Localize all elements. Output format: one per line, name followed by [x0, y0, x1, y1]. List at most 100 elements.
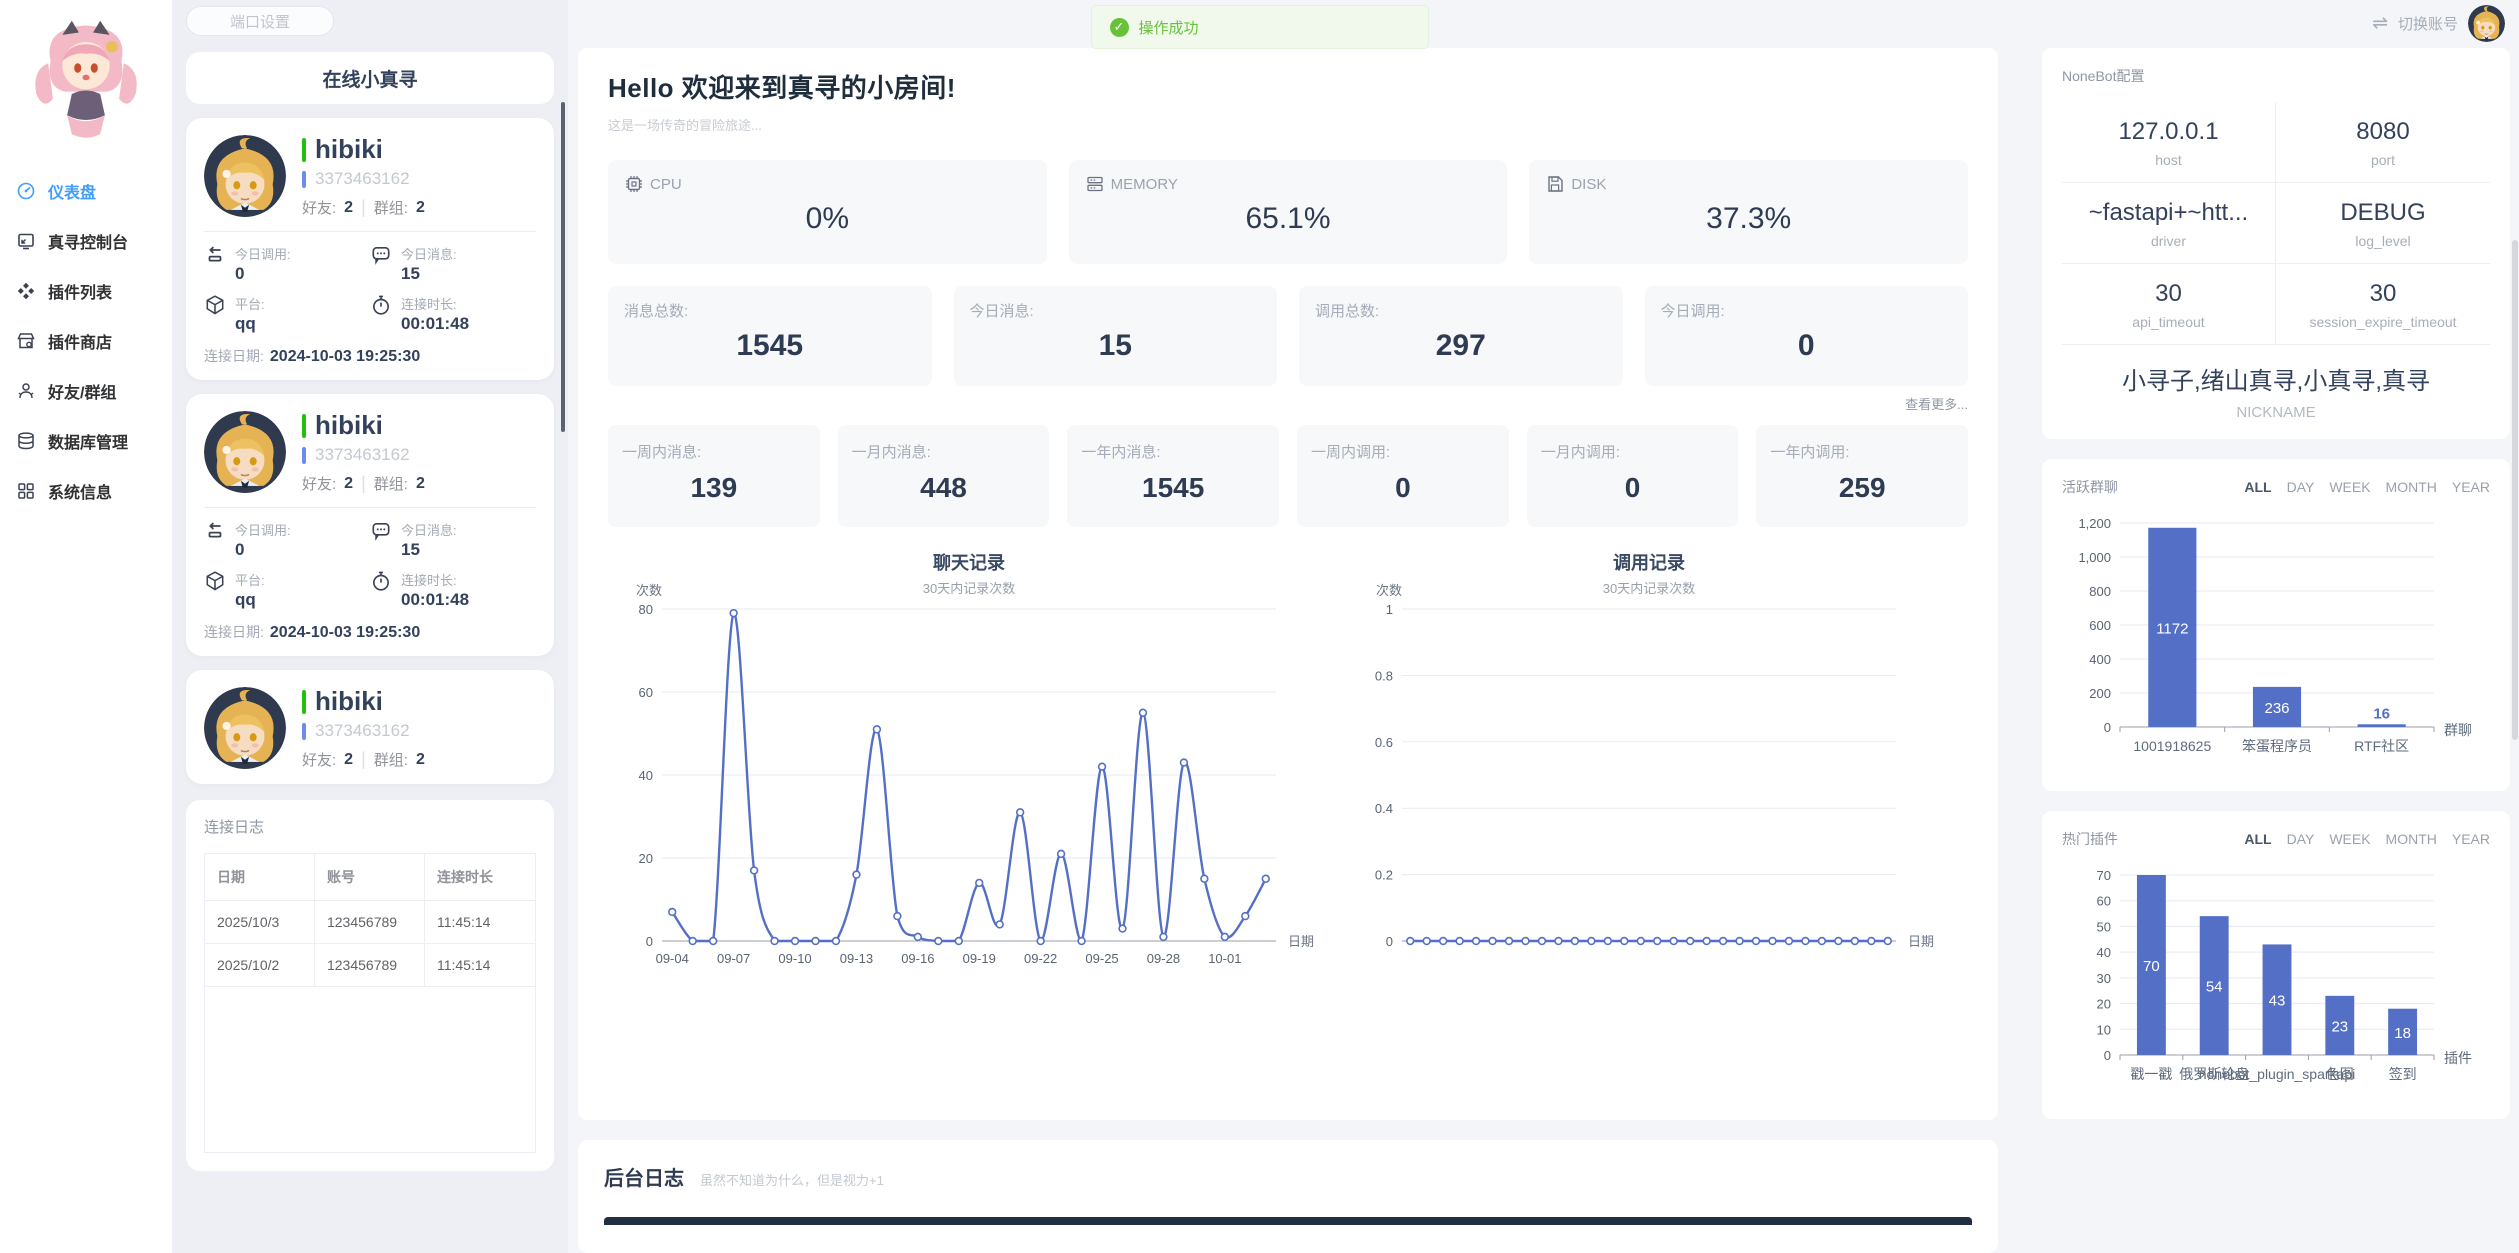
tab-year[interactable]: YEAR: [2452, 831, 2490, 847]
today-calls-label: 今日调用:: [235, 520, 291, 539]
sidebar-item-label: 插件列表: [48, 279, 112, 303]
svg-text:笨蛋程序员: 笨蛋程序员: [2242, 738, 2312, 754]
memory-card: MEMORY 65.1%: [1069, 160, 1508, 264]
bot-name: hibiki: [315, 134, 383, 165]
friends-label: 好友:: [302, 473, 336, 494]
divider: |: [361, 473, 366, 494]
cube-icon: [204, 294, 226, 316]
undo-icon: [204, 244, 226, 266]
cpu-card: CPU 0%: [608, 160, 1047, 264]
dashboard-main: Hello 欢迎来到真寻的小房间! 这是一场传奇的冒险旅途... CPU 0% …: [578, 48, 1998, 1120]
tab-all[interactable]: ALL: [2244, 831, 2271, 847]
sidebar-item-console[interactable]: 真寻控制台: [0, 216, 172, 266]
call-record-chart: 调用记录30天内记录次数次数00.20.40.60.81日期: [1348, 545, 1968, 985]
cell-date: 2025/10/2: [205, 944, 315, 987]
bot-id: 3373463162: [315, 169, 410, 189]
sidebar-item-database[interactable]: 数据库管理: [0, 416, 172, 466]
svg-text:0: 0: [1386, 934, 1393, 949]
online-bots-title: 在线小真寻: [186, 52, 554, 104]
svg-text:80: 80: [639, 602, 653, 617]
svg-text:236: 236: [2264, 700, 2289, 717]
today-msgs-label: 今日消息:: [401, 244, 457, 263]
today-msgs-value: 15: [401, 264, 457, 284]
sidebar-item-system-info[interactable]: 系统信息: [0, 466, 172, 516]
stat-card-year-messages: 一年内消息:1545: [1067, 425, 1279, 527]
log-console-top: [604, 1217, 1972, 1225]
svg-text:70: 70: [2143, 958, 2160, 975]
svg-text:60: 60: [2097, 894, 2111, 909]
page-scrollbar[interactable]: [2512, 240, 2518, 740]
stat-card-total-messages: 消息总数: 1545: [608, 286, 932, 386]
svg-text:54: 54: [2206, 979, 2223, 996]
grid-icon: [16, 481, 36, 501]
tab-all[interactable]: ALL: [2244, 479, 2271, 495]
bot-avatar: [204, 687, 286, 769]
cell-account: 123456789: [315, 901, 425, 944]
switch-account[interactable]: ⇌ 切换账号: [2372, 5, 2505, 42]
bot-card[interactable]: hibiki 3373463162 好友:2 | 群组:2: [186, 670, 554, 784]
platform-label: 平台:: [235, 294, 265, 313]
svg-text:09-19: 09-19: [963, 951, 996, 966]
cpu-value: 0%: [624, 202, 1031, 236]
user-avatar[interactable]: [2468, 5, 2505, 42]
svg-text:1172: 1172: [2156, 620, 2188, 637]
svg-text:次数: 次数: [1376, 583, 1402, 598]
active-groups-card: 活跃群聊 ALL DAY WEEK MONTH YEAR 02004006008…: [2042, 459, 2510, 791]
hot-plugins-title: 热门插件: [2062, 829, 2118, 849]
svg-text:16: 16: [2373, 705, 2390, 722]
svg-text:聊天记录: 聊天记录: [933, 552, 1005, 573]
tab-month[interactable]: MONTH: [2386, 479, 2437, 495]
config-cell-api-timeout: 30api_timeout: [2062, 264, 2276, 345]
table-row: 2025/10/3 123456789 11:45:14: [205, 901, 535, 944]
svg-text:23: 23: [2331, 1018, 2348, 1035]
hot-plugins-chart: 010203040506070插件70戳一戳54俄罗斯轮盘43nonebot_p…: [2062, 859, 2490, 1101]
svg-text:调用记录: 调用记录: [1613, 553, 1685, 573]
divider: |: [361, 749, 366, 770]
tab-week[interactable]: WEEK: [2329, 479, 2370, 495]
tab-month[interactable]: MONTH: [2386, 831, 2437, 847]
cell-duration: 11:45:14: [425, 901, 535, 944]
groups-label: 群组:: [374, 749, 408, 770]
timer-icon: [370, 294, 392, 316]
tab-week[interactable]: WEEK: [2329, 831, 2370, 847]
connect-date-label: 连接日期:: [204, 348, 264, 364]
sidebar-item-dashboard[interactable]: 仪表盘: [0, 166, 172, 216]
svg-text:0: 0: [2104, 720, 2111, 735]
sidebar-item-plugin-list[interactable]: 插件列表: [0, 266, 172, 316]
name-accent-bar: [302, 414, 306, 438]
svg-text:日期: 日期: [1908, 934, 1934, 949]
svg-text:400: 400: [2089, 652, 2111, 667]
groups-count: 2: [416, 751, 425, 769]
friends-icon: [16, 381, 36, 401]
groups-count: 2: [416, 199, 425, 217]
divider: [204, 507, 536, 508]
chat-record-chart: 聊天记录30天内记录次数次数020406080日期09-0409-0709-10…: [608, 545, 1348, 985]
sidebar-item-plugin-store[interactable]: 插件商店: [0, 316, 172, 366]
connection-log-title: 连接日志: [204, 816, 536, 837]
connection-log-table: 日期 账号 连接时长 2025/10/3 123456789 11:45:14 …: [204, 853, 536, 1153]
bot-card[interactable]: hibiki 3373463162 好友:2 | 群组:2 今日调用:0 今日消…: [186, 118, 554, 380]
duration-value: 00:01:48: [401, 590, 469, 610]
sidebar-item-label: 好友/群组: [48, 379, 116, 403]
stat-card-month-messages: 一月内消息:448: [838, 425, 1050, 527]
tab-day[interactable]: DAY: [2287, 479, 2315, 495]
console-icon: [16, 231, 36, 251]
bot-list-scrollbar[interactable]: [561, 102, 565, 432]
today-calls-value: 0: [235, 264, 291, 284]
bot-card[interactable]: hibiki 3373463162 好友:2 | 群组:2 今日调用:0 今日消…: [186, 394, 554, 656]
memory-value: 65.1%: [1085, 202, 1492, 236]
svg-text:色图: 色图: [2326, 1066, 2354, 1082]
duration-label: 连接时长:: [401, 570, 469, 589]
chat-icon: [370, 520, 392, 542]
tab-day[interactable]: DAY: [2287, 831, 2315, 847]
sidebar-item-friends-groups[interactable]: 好友/群组: [0, 366, 172, 416]
today-calls-label: 今日调用:: [235, 244, 291, 263]
connection-log-card: 连接日志 日期 账号 连接时长 2025/10/3 123456789 11:4…: [186, 800, 554, 1171]
timer-icon: [370, 570, 392, 592]
id-accent-bar: [302, 447, 306, 464]
view-more-link[interactable]: 查看更多...: [608, 394, 1968, 413]
svg-text:插件: 插件: [2444, 1050, 2472, 1066]
port-settings-button[interactable]: 端口设置: [186, 6, 334, 36]
tab-year[interactable]: YEAR: [2452, 479, 2490, 495]
svg-text:09-13: 09-13: [840, 951, 873, 966]
